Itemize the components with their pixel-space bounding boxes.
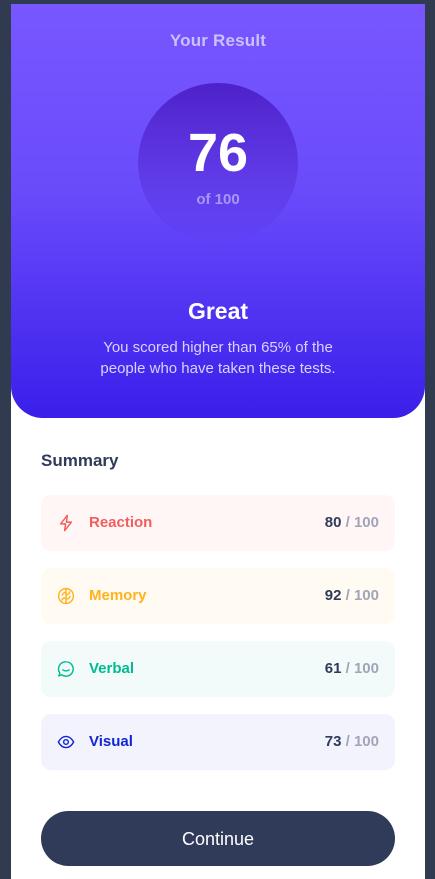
- score-value: 73: [324, 733, 342, 750]
- results-card: Your Result 76 of 100 Great You scored h…: [11, 4, 425, 879]
- summary-item-visual: Visual 73 / 100: [41, 714, 395, 770]
- summary-item-label: Visual: [89, 733, 133, 750]
- summary-title: Summary: [41, 451, 119, 470]
- score-separator: /: [345, 733, 350, 750]
- score-circle: 76 of 100: [138, 83, 298, 243]
- brain-icon: [57, 587, 75, 605]
- score-max: 100: [353, 587, 379, 604]
- lightning-icon: [59, 514, 73, 532]
- score-value: 92: [324, 587, 342, 604]
- rating-title: Great: [187, 298, 249, 324]
- chat-bubble-icon: [57, 661, 74, 677]
- score-max: 100: [353, 660, 379, 677]
- summary-item-score: 92 / 100: [325, 587, 379, 604]
- summary-item-verbal: Verbal 61 / 100: [41, 641, 395, 697]
- eye-icon: [57, 735, 75, 749]
- summary-item-label: Reaction: [89, 514, 153, 531]
- summary-item-reaction: Reaction 80 / 100: [41, 495, 395, 551]
- summary-item-label: Verbal: [89, 660, 135, 677]
- summary-item-score: 73 / 100: [325, 733, 379, 750]
- score-value: 80: [324, 514, 342, 531]
- score-value: 61: [324, 660, 342, 677]
- score-max: 100: [353, 733, 379, 750]
- score-max-label: of 100: [196, 191, 240, 208]
- result-panel: Your Result 76 of 100 Great You scored h…: [11, 4, 425, 418]
- result-title: Your Result: [169, 31, 267, 50]
- continue-button[interactable]: Continue: [41, 811, 395, 866]
- summary-item-score: 80 / 100: [325, 514, 379, 531]
- score-max: 100: [353, 514, 379, 531]
- summary-item-score: 61 / 100: [325, 660, 379, 677]
- summary-item-memory: Memory 92 / 100: [41, 568, 395, 624]
- summary-item-label: Memory: [89, 587, 147, 604]
- score-separator: /: [345, 514, 350, 531]
- result-message: You scored higher than 65% of the people…: [100, 339, 336, 377]
- score-separator: /: [345, 660, 350, 677]
- score-separator: /: [345, 587, 350, 604]
- summary-list: Reaction 80 / 100 Memory 92 / 100 Verbal…: [41, 495, 395, 787]
- score-value: 76: [187, 123, 249, 183]
